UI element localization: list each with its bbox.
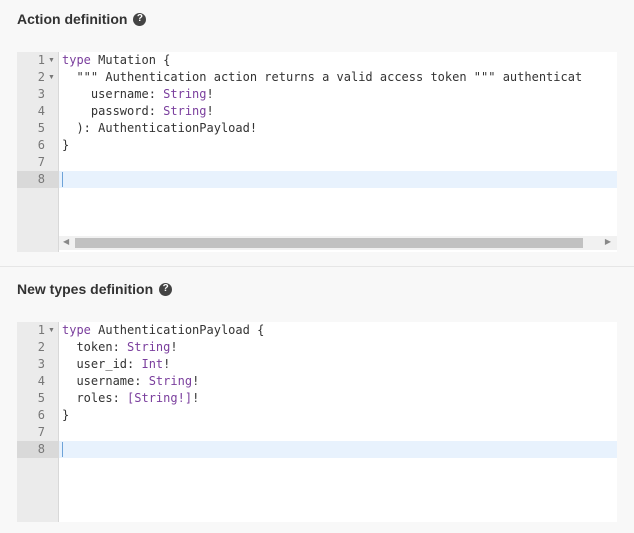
line-number: 5 bbox=[37, 391, 45, 405]
code-text: token: bbox=[62, 340, 128, 354]
line-number: 4 bbox=[37, 374, 45, 388]
code-text: ): AuthenticationPayload! bbox=[62, 121, 258, 135]
types-definition-label: New types definition bbox=[17, 281, 154, 297]
scroll-right-icon[interactable]: ▶ bbox=[605, 237, 611, 246]
code-line[interactable]: user_id: Int! bbox=[62, 356, 170, 373]
code-keyword: type bbox=[62, 323, 99, 337]
code-keyword: String bbox=[127, 340, 171, 354]
code-text: user_id: bbox=[62, 357, 142, 371]
line-number: 6 bbox=[37, 408, 45, 422]
code-text: Mutation { bbox=[98, 53, 171, 67]
active-line-highlight bbox=[59, 441, 617, 458]
code-line[interactable]: username: String! bbox=[62, 373, 199, 390]
line-number: 7 bbox=[37, 425, 45, 439]
text-cursor bbox=[62, 442, 63, 457]
code-line[interactable]: type AuthenticationPayload { bbox=[62, 322, 264, 339]
action-definition-label: Action definition bbox=[17, 11, 128, 27]
code-text: ! bbox=[163, 357, 171, 371]
line-number: 8 bbox=[37, 442, 45, 456]
code-keyword: [String!] bbox=[127, 391, 193, 405]
text-cursor bbox=[62, 172, 63, 187]
code-text: ! bbox=[206, 87, 214, 101]
code-keyword: String bbox=[163, 87, 207, 101]
code-text: ! bbox=[170, 340, 178, 354]
question-circle-icon[interactable]: ? bbox=[159, 282, 173, 296]
action-definition-editor[interactable]: ◀ ▶ 1 ▼ type Mutation { 2 ▼ """ Authenticati… bbox=[17, 52, 617, 252]
section-divider bbox=[0, 266, 634, 267]
types-definition-editor[interactable]: 1 ▼ type AuthenticationPayload { 2 token: S… bbox=[17, 322, 617, 522]
code-line[interactable]: ): AuthenticationPayload! bbox=[62, 120, 257, 137]
code-line[interactable]: token: String! bbox=[62, 339, 178, 356]
code-text: password: bbox=[62, 104, 164, 118]
horizontal-scrollbar[interactable]: ◀ ▶ bbox=[59, 236, 617, 250]
code-text: ! bbox=[192, 374, 200, 388]
scroll-thumb[interactable] bbox=[75, 238, 583, 248]
line-number: 3 bbox=[37, 87, 45, 101]
code-line[interactable]: type Mutation { bbox=[62, 52, 170, 69]
code-line[interactable]: roles: [String!]! bbox=[62, 390, 199, 407]
code-text: username: bbox=[62, 87, 164, 101]
code-text: ! bbox=[206, 104, 214, 118]
code-keyword: String bbox=[148, 374, 193, 388]
line-number: 3 bbox=[37, 357, 45, 371]
code-text: username: bbox=[62, 374, 149, 388]
question-circle-icon[interactable]: ? bbox=[133, 12, 147, 26]
code-text: ! bbox=[192, 391, 200, 405]
code-line[interactable]: """ Authentication action returns a vali… bbox=[62, 69, 582, 86]
code-text: } bbox=[62, 138, 70, 152]
fold-arrow-icon[interactable]: ▼ bbox=[48, 322, 55, 339]
code-keyword: type bbox=[62, 53, 99, 67]
code-text: AuthenticationPayload { bbox=[98, 323, 265, 337]
types-definition-title: New types definition ? bbox=[17, 281, 173, 297]
line-number: 2 bbox=[37, 340, 45, 354]
line-number: 8 bbox=[37, 172, 45, 186]
line-number: 6 bbox=[37, 138, 45, 152]
fold-arrow-icon[interactable]: ▼ bbox=[48, 52, 55, 69]
page: { "action_section": { "title": "Action d… bbox=[0, 0, 634, 533]
code-text: } bbox=[62, 408, 70, 422]
code-line[interactable]: password: String! bbox=[62, 103, 214, 120]
line-number: 4 bbox=[37, 104, 45, 118]
line-number: 2 bbox=[37, 70, 45, 84]
active-line-highlight bbox=[59, 171, 617, 188]
code-text: roles: bbox=[62, 391, 128, 405]
line-number: 1 bbox=[37, 53, 45, 67]
line-number: 5 bbox=[37, 121, 45, 135]
action-definition-title: Action definition ? bbox=[17, 11, 147, 27]
code-text: """ Authentication action returns a vali… bbox=[62, 70, 583, 84]
code-line[interactable]: } bbox=[62, 137, 69, 154]
fold-arrow-icon[interactable]: ▼ bbox=[48, 69, 55, 86]
line-number: 1 bbox=[37, 323, 45, 337]
scroll-left-icon[interactable]: ◀ bbox=[63, 237, 69, 246]
code-keyword: String bbox=[163, 104, 207, 118]
line-number: 7 bbox=[37, 155, 45, 169]
code-line[interactable]: } bbox=[62, 407, 69, 424]
code-keyword: Int bbox=[141, 357, 164, 371]
code-line[interactable]: username: String! bbox=[62, 86, 214, 103]
